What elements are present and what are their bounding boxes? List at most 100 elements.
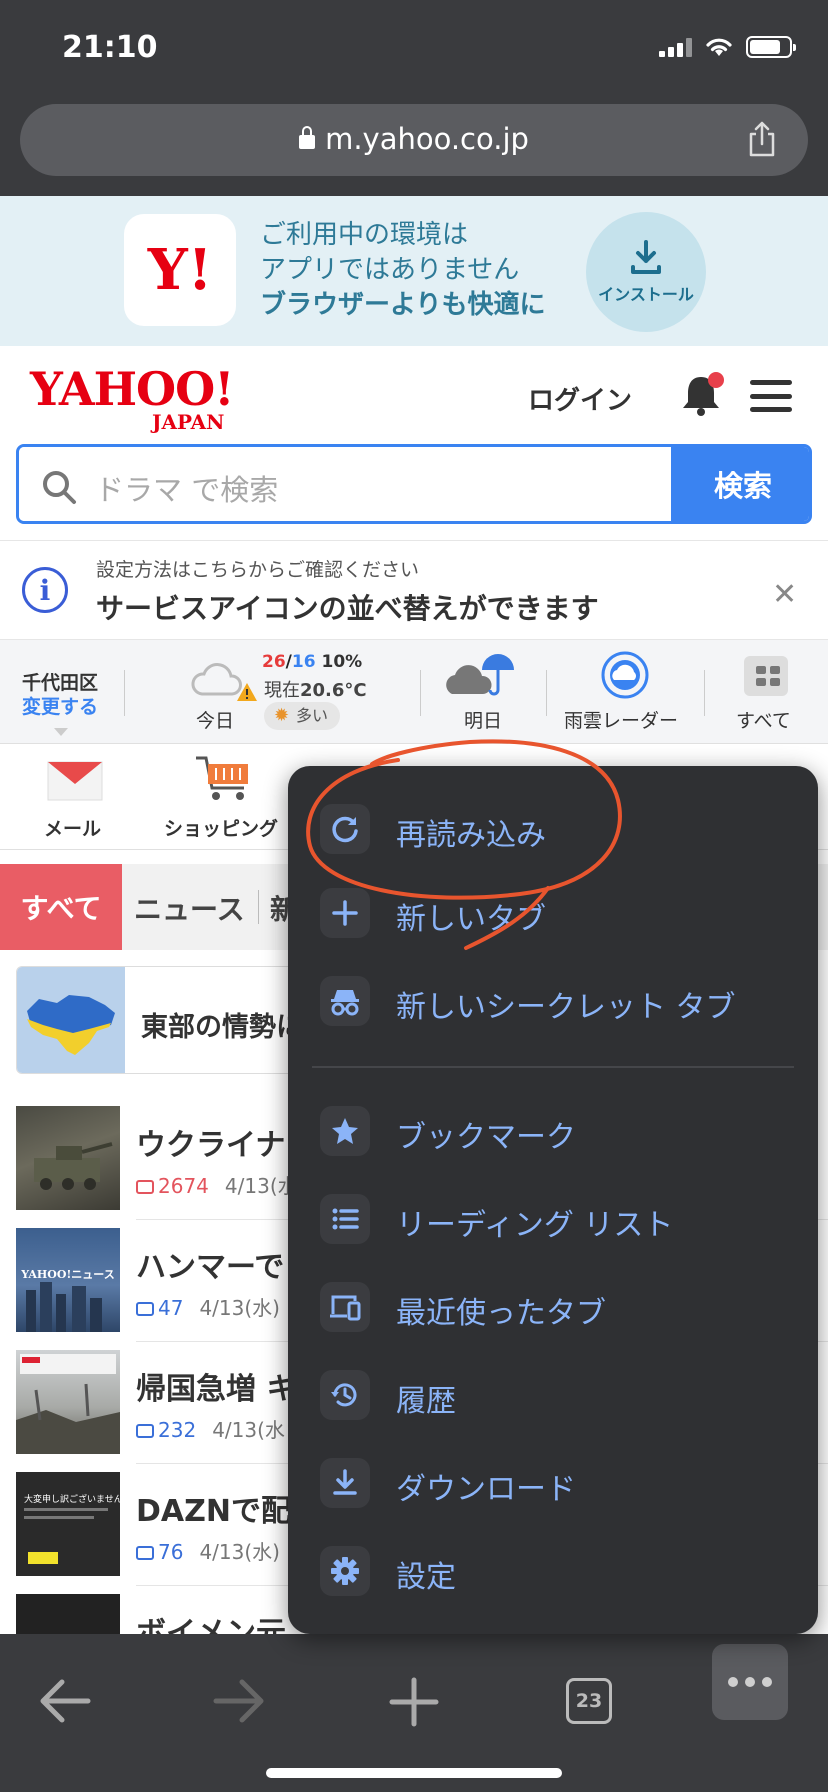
notice-title: サービスアイコンの並べ替えができます (96, 592, 599, 625)
tab-all[interactable]: すべて (0, 864, 122, 950)
tab-news[interactable]: ニュース (134, 888, 245, 928)
change-location-link[interactable]: 変更する (22, 692, 98, 719)
news-meta: 47 4/13(水) (136, 1292, 280, 1321)
menu-item-reload[interactable]: 再読み込み (288, 788, 818, 868)
news-thumbnail: 大変申し訳ございません (16, 1472, 120, 1576)
location-name: 千代田区 (22, 672, 99, 694)
news-title: ウクライナ (136, 1128, 286, 1163)
new-tab-plus-icon[interactable] (388, 1676, 440, 1728)
menu-label-reading-list: リーディング リスト (396, 1208, 674, 1243)
info-notice[interactable]: i 設定方法はこちらからご確認ください サービスアイコンの並べ替えができます ✕ (0, 540, 828, 640)
weather-tomorrow-label[interactable]: 明日 (464, 706, 502, 733)
back-arrow-icon[interactable] (38, 1678, 92, 1724)
reload-icon (332, 816, 358, 843)
menu-item-history[interactable]: 履歴 (288, 1354, 818, 1434)
star-icon (332, 1118, 358, 1144)
info-icon: i (22, 567, 68, 613)
tab-switcher-button[interactable]: 23 (566, 1678, 612, 1724)
share-icon[interactable] (746, 120, 778, 158)
search-placeholder: ドラマ で検索 (95, 473, 279, 507)
menu-label-bookmarks: ブックマーク (396, 1120, 576, 1155)
svg-text:大変申し訳ございません: 大変申し訳ございません (24, 1493, 120, 1505)
service-mail-label[interactable]: メール (44, 814, 101, 841)
pollen-badge: 多い (264, 702, 341, 730)
menu-item-new-incognito-tab[interactable]: 新しいシークレット タブ (288, 960, 818, 1040)
svg-text:YAHOO!ニュース: YAHOO!ニュース (20, 1268, 115, 1281)
notification-badge (708, 372, 724, 388)
current-temperature: 現在20.6°C (264, 680, 367, 701)
menu-item-downloads[interactable]: ダウンロード (288, 1442, 818, 1522)
menu-item-reading-list[interactable]: リーディング リスト (288, 1178, 818, 1258)
menu-label-new-tab: 新しいタブ (396, 902, 546, 937)
notice-subtext: 設定方法はこちらからご確認ください (96, 559, 420, 581)
menu-item-settings[interactable]: 設定 (288, 1530, 818, 1610)
wifi-icon (706, 38, 732, 56)
news-title: DAZNで配 (136, 1494, 291, 1529)
search-icon (43, 471, 76, 504)
rain-radar-label[interactable]: 雨雲レーダー (564, 706, 678, 733)
news-meta: 232 4/13(水 (136, 1414, 285, 1443)
download-icon (631, 240, 661, 274)
menu-item-bookmarks[interactable]: ブックマーク (288, 1090, 818, 1170)
cellular-signal-icon (659, 37, 692, 57)
menu-item-recent-tabs[interactable]: 最近使ったタブ (288, 1266, 818, 1346)
news-thumbnail (16, 1106, 120, 1210)
url-domain: m.yahoo.co.jp (325, 122, 529, 156)
news-thumbnail: YAHOO!ニュース (16, 1228, 120, 1332)
menu-label-settings: 設定 (396, 1560, 456, 1595)
status-icons (659, 36, 796, 58)
browser-top-chrome: 21:10 m.yahoo.co.jp (0, 0, 828, 196)
search-form: ドラマ で検索 検索 (16, 444, 812, 524)
feature-title: 東部の情勢に (141, 1012, 303, 1043)
devices-icon (330, 1295, 361, 1321)
menu-label-downloads: ダウンロード (396, 1472, 576, 1507)
download-icon (333, 1469, 357, 1495)
list-icon (332, 1208, 359, 1230)
weather-today-label[interactable]: 今日 (196, 706, 234, 733)
all-services-label[interactable]: すべて (736, 706, 791, 733)
browser-overflow-menu: 再読み込み 新しいタブ 新しいシークレット タブ ブックマーク リーディング リ… (288, 766, 818, 1634)
browser-toolbar: 23 (0, 1634, 828, 1792)
menu-label-new-incognito-tab: 新しいシークレット タブ (396, 990, 736, 1025)
mail-icon[interactable] (46, 758, 104, 802)
caret-down-icon (54, 728, 68, 736)
cloud-umbrella-icon (446, 654, 514, 696)
service-shopping-label[interactable]: ショッピング (164, 814, 278, 841)
rain-radar-icon (601, 651, 649, 699)
lock-icon (299, 126, 316, 149)
forward-arrow-icon (213, 1679, 264, 1723)
history-icon (331, 1383, 357, 1407)
weather-bar: 千代田区 変更する 今日 26/16 10% 現在20.6°C 多い 明日 雨雲… (0, 640, 828, 744)
search-input[interactable]: ドラマ で検索 (19, 447, 671, 521)
address-bar[interactable]: m.yahoo.co.jp (20, 104, 808, 176)
news-title: ハンマーで (136, 1250, 285, 1285)
all-services-icon[interactable] (744, 656, 788, 696)
more-options-button[interactable] (712, 1644, 788, 1720)
install-button[interactable]: インストール (586, 212, 706, 332)
warning-icon (237, 683, 257, 701)
login-link[interactable]: ログイン (528, 380, 632, 417)
banner-text: ご利用中の環境は アプリではありません ブラウザーよりも快適に (260, 220, 546, 320)
news-meta: 76 4/13(水) (136, 1536, 280, 1565)
search-button[interactable]: 検索 (671, 447, 809, 521)
status-time: 21:10 (62, 30, 158, 65)
temperature-range: 26/16 10% (262, 652, 363, 672)
battery-icon (746, 36, 796, 58)
app-install-banner[interactable]: Y! ご利用中の環境は アプリではありません ブラウザーよりも快適に インストー… (0, 196, 828, 346)
news-title: ボイメン元 (136, 1616, 286, 1634)
yahoo-app-logo: Y! (124, 214, 236, 326)
shopping-cart-icon[interactable] (194, 752, 256, 806)
hamburger-menu-icon[interactable] (750, 380, 792, 412)
home-indicator (266, 1768, 562, 1778)
close-icon[interactable]: ✕ (772, 577, 797, 612)
plus-icon (332, 900, 358, 926)
yahoo-japan-logo[interactable]: YAHOO! JAPAN (30, 366, 234, 432)
news-thumbnail (16, 1350, 120, 1454)
gear-icon (331, 1557, 359, 1585)
menu-item-new-tab[interactable]: 新しいタブ (288, 872, 818, 952)
ukraine-map-image (17, 967, 125, 1073)
menu-divider (312, 1066, 794, 1068)
menu-label-history: 履歴 (396, 1384, 456, 1419)
news-meta: 2674 4/13(水 (136, 1170, 298, 1199)
news-title: 帰国急増 キ (136, 1372, 297, 1407)
